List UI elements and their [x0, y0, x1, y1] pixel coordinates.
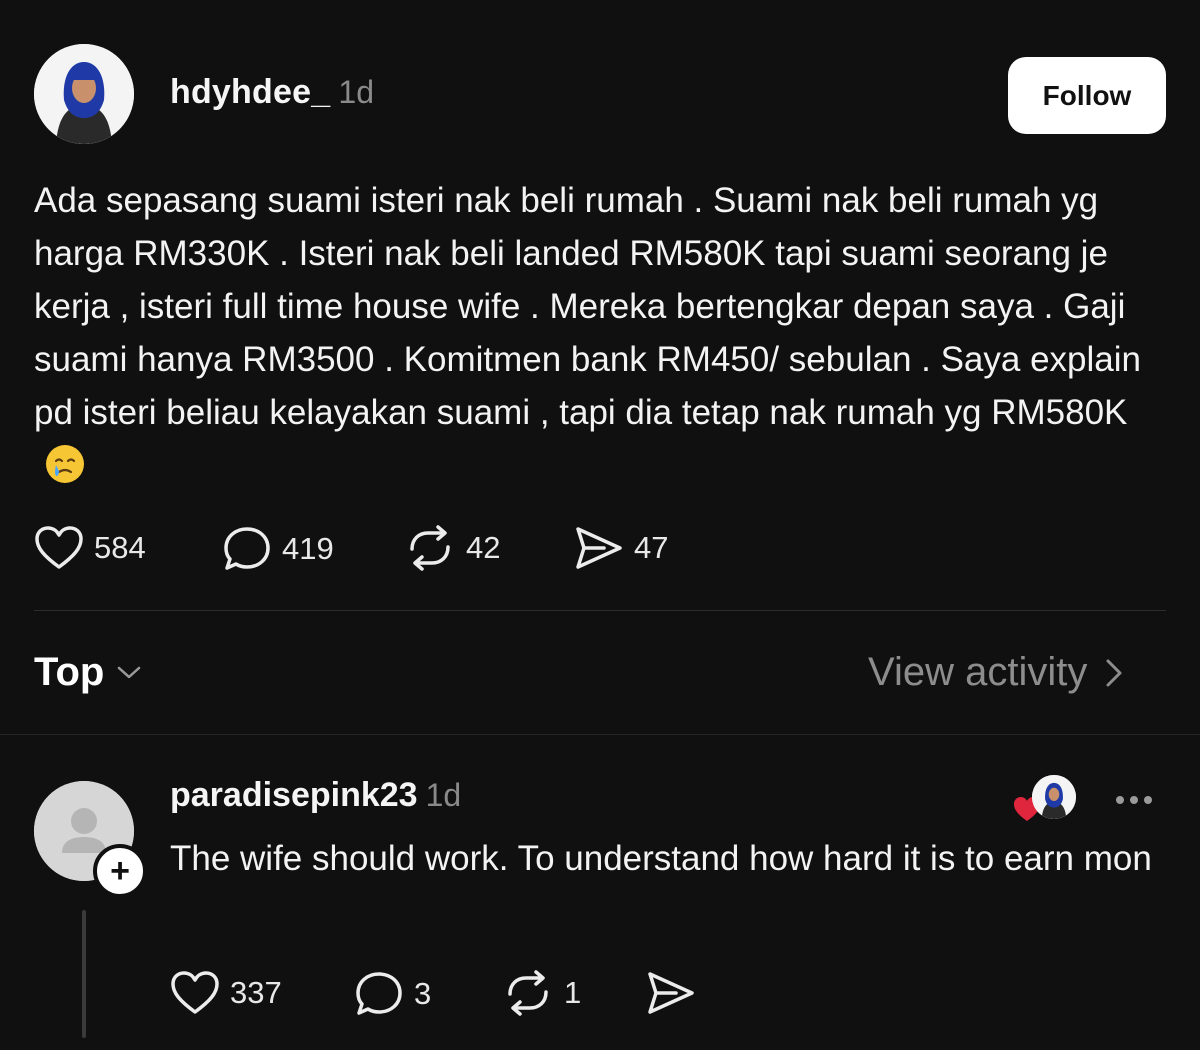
repost-action[interactable]: 42 [404, 525, 500, 571]
crying-face-emoji-icon [44, 443, 86, 485]
person-icon [34, 44, 134, 144]
sort-dropdown[interactable]: Top [34, 650, 142, 695]
heart-icon [35, 526, 83, 569]
send-icon [576, 527, 622, 569]
reply-username[interactable]: paradisepink23 [170, 776, 418, 814]
post-time: 1d [338, 74, 375, 110]
author-name[interactable]: hdyhdee_ [170, 73, 330, 111]
share-action[interactable]: 47 [574, 525, 668, 571]
thread-line [82, 910, 86, 1038]
liked-by-author-avatar [1032, 775, 1076, 819]
reply-time: 1d [425, 777, 462, 813]
reply-share-action[interactable] [646, 970, 696, 1016]
more-options-icon[interactable] [1116, 796, 1152, 804]
view-activity-link[interactable]: View activity [868, 650, 1123, 695]
share-count: 47 [634, 530, 669, 565]
post-body: Ada sepasang suami isteri nak beli rumah… [34, 181, 1141, 432]
send-icon [648, 972, 694, 1014]
comment-count: 419 [282, 531, 334, 566]
reply-repost-count: 1 [564, 975, 582, 1010]
repost-icon [508, 970, 548, 1016]
comment-bubble-icon [224, 527, 270, 570]
follow-button[interactable]: Follow [1008, 57, 1166, 134]
follow-plus-icon[interactable]: + [93, 844, 147, 898]
reply-text: The wife should work. To understand how … [170, 839, 1152, 878]
reply-comment-count: 3 [414, 976, 432, 1011]
author-avatar[interactable] [34, 44, 134, 144]
like-count: 584 [94, 530, 146, 565]
view-activity-label: View activity [868, 650, 1088, 694]
reply-username-row[interactable]: paradisepink23 1d [170, 776, 461, 815]
chevron-right-icon [1106, 659, 1122, 686]
repost-icon [410, 525, 450, 571]
reply-like-action[interactable]: 337 [170, 970, 282, 1016]
author-username[interactable]: hdyhdee_ 1d [170, 73, 374, 112]
post-text: Ada sepasang suami isteri nak beli rumah… [34, 174, 1174, 492]
reply-like-count: 337 [230, 975, 282, 1010]
chevron-down-icon [118, 666, 141, 678]
sort-label: Top [34, 650, 105, 694]
like-action[interactable]: 584 [34, 525, 146, 571]
comment-action[interactable]: 419 [222, 525, 334, 573]
comment-bubble-icon [356, 972, 402, 1015]
repost-count: 42 [466, 530, 501, 565]
reply-repost-action[interactable]: 1 [502, 970, 581, 1016]
heart-icon [171, 971, 219, 1014]
divider [34, 610, 1166, 611]
person-icon [1032, 775, 1076, 819]
reply-comment-action[interactable]: 3 [354, 970, 431, 1018]
divider [0, 734, 1200, 735]
